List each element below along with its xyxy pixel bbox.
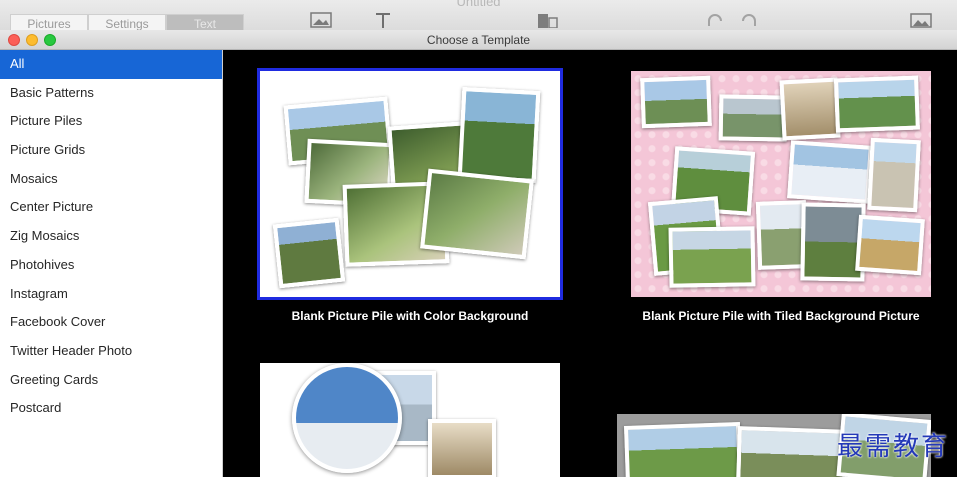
- template-gallery: Blank Picture Pile with Color Background…: [224, 50, 957, 477]
- category-twitter-header-photo[interactable]: Twitter Header Photo: [0, 337, 222, 366]
- category-center-picture[interactable]: Center Picture: [0, 193, 222, 222]
- category-instagram[interactable]: Instagram: [0, 280, 222, 309]
- photo: [428, 419, 496, 477]
- template-caption: Blank Picture Pile with Color Background: [291, 309, 529, 323]
- photo: [718, 94, 788, 142]
- photo: [640, 75, 712, 129]
- category-zig-mosaics[interactable]: Zig Mosaics: [0, 222, 222, 251]
- photo: [787, 140, 873, 204]
- photo: [668, 226, 756, 288]
- app-window-title: Untitled: [456, 0, 501, 9]
- rotate-right-icon[interactable]: [738, 12, 760, 28]
- rotate-left-icon[interactable]: [704, 12, 726, 28]
- export-image-icon[interactable]: [910, 12, 932, 28]
- layout-icon[interactable]: [536, 12, 558, 28]
- text-tool-icon[interactable]: [372, 12, 394, 28]
- photo: [736, 426, 848, 477]
- category-facebook-cover[interactable]: Facebook Cover: [0, 308, 222, 337]
- photo: [623, 421, 743, 477]
- template-chooser-window: Choose a Template All Basic Patterns Pic…: [0, 30, 957, 477]
- category-mosaics[interactable]: Mosaics: [0, 165, 222, 194]
- watermark-text: 最需教育: [836, 432, 949, 462]
- photo: [272, 217, 346, 289]
- circle-photo: [292, 363, 402, 473]
- category-sidebar: All Basic Patterns Picture Piles Picture…: [0, 50, 223, 477]
- photo: [867, 137, 921, 213]
- category-picture-piles[interactable]: Picture Piles: [0, 107, 222, 136]
- image-icon[interactable]: [310, 12, 332, 28]
- photo: [457, 87, 541, 183]
- category-basic-patterns[interactable]: Basic Patterns: [0, 79, 222, 108]
- photo: [855, 214, 925, 276]
- sheet-title: Choose a Template: [426, 33, 531, 47]
- category-picture-grids[interactable]: Picture Grids: [0, 136, 222, 165]
- template-caption: Blank Picture Pile with Tiled Background…: [642, 309, 920, 323]
- category-postcard[interactable]: Postcard: [0, 394, 222, 423]
- photo: [420, 168, 534, 260]
- template-thumbnail[interactable]: [260, 363, 560, 477]
- category-greeting-cards[interactable]: Greeting Cards: [0, 366, 222, 395]
- category-photohives[interactable]: Photohives: [0, 251, 222, 280]
- template-thumbnail-tiled-background[interactable]: [631, 71, 931, 297]
- photo: [779, 77, 841, 141]
- photo: [834, 75, 920, 133]
- category-all[interactable]: All: [0, 50, 222, 79]
- template-thumbnail-color-background[interactable]: [257, 68, 563, 300]
- sheet-titlebar: Choose a Template: [0, 30, 957, 50]
- app-toolbar: Untitled Pictures Settings Text: [0, 0, 957, 32]
